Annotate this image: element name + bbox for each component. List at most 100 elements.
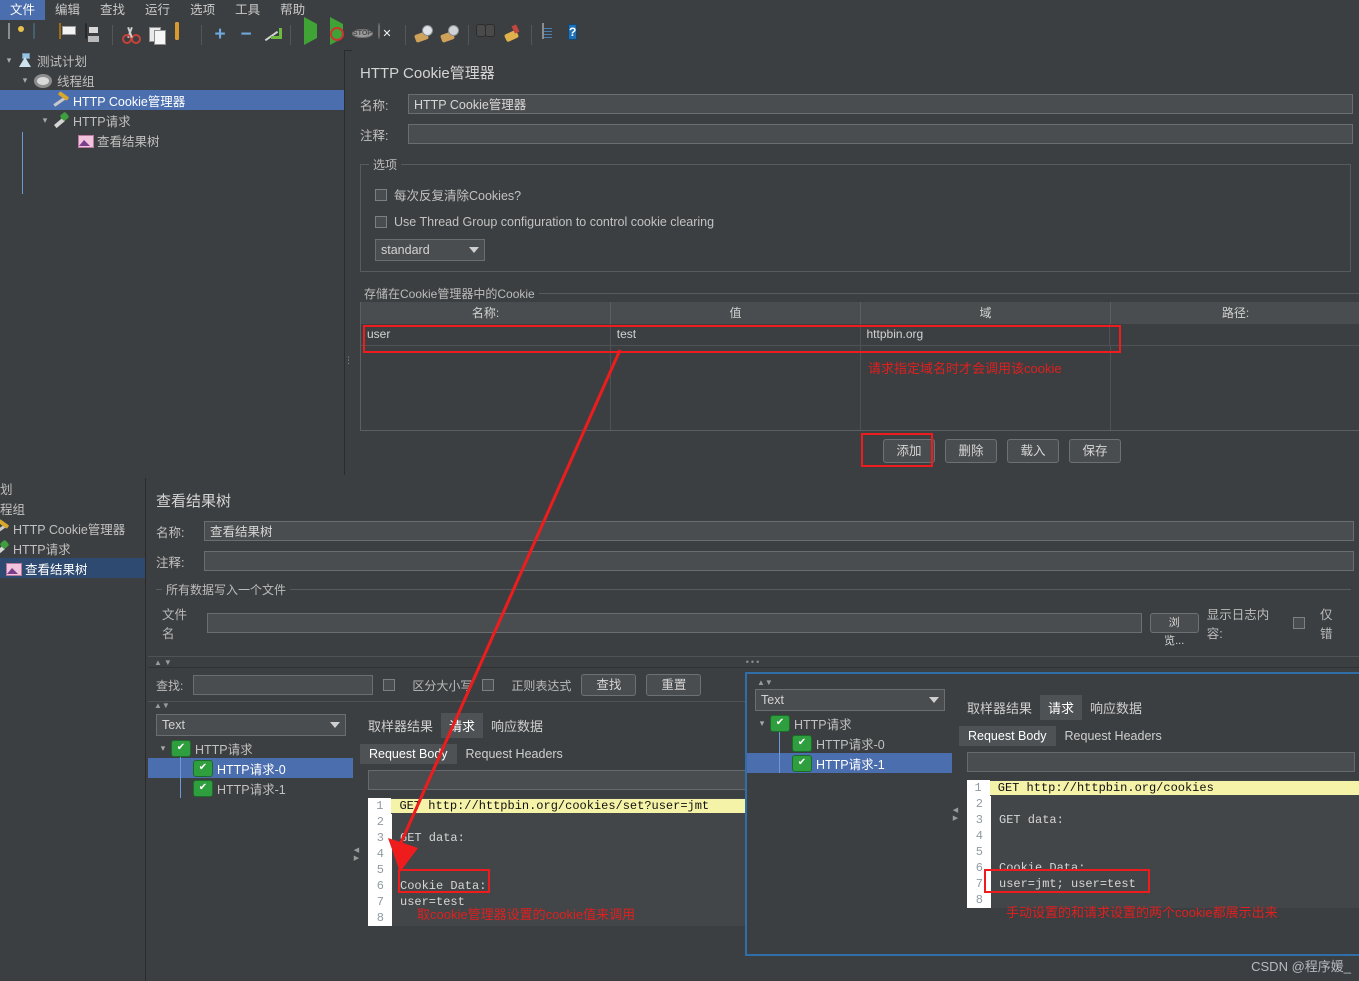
- menu-item-search[interactable]: 查找: [90, 0, 135, 20]
- float-tab-sampler-result[interactable]: 取样器结果: [959, 695, 1040, 720]
- filename-input[interactable]: [207, 613, 1142, 633]
- toggle-icon[interactable]: [261, 24, 283, 46]
- tree-node-http-cookie-manager-2[interactable]: HTTP Cookie管理器: [0, 518, 145, 538]
- templates-icon[interactable]: [31, 23, 53, 46]
- cookie-table[interactable]: 名称: 值 域 路径: user test httpbin.org: [360, 302, 1359, 431]
- float-sampler-tree[interactable]: ▾ HTTP请求 HTTP请求-0 HTTP请求-1: [747, 713, 952, 773]
- tab-request[interactable]: 请求: [441, 713, 484, 738]
- clear-all-icon[interactable]: [439, 24, 461, 46]
- help-icon[interactable]: ?: [565, 24, 587, 46]
- reset-search-button[interactable]: 重置: [646, 674, 702, 696]
- clear-cookies-row[interactable]: 每次反复清除Cookies?: [375, 185, 1342, 204]
- float-request-filter-input[interactable]: [967, 752, 1355, 772]
- sampler-tree[interactable]: ▾ HTTP请求 HTTP请求-0 HTTP请求-1: [148, 738, 353, 798]
- float-split-handle[interactable]: ◀ ▶: [952, 674, 959, 954]
- menu-item-options[interactable]: 选项: [180, 0, 225, 20]
- browse-button[interactable]: 浏览...: [1149, 613, 1199, 647]
- chevron-down-icon[interactable]: ▾: [755, 718, 769, 729]
- save-icon[interactable]: [83, 23, 105, 46]
- float-tab-request[interactable]: 请求: [1040, 695, 1083, 720]
- collapse-arrows-icon[interactable]: ▲▼: [154, 701, 170, 710]
- search-input[interactable]: [193, 675, 374, 695]
- clear-icon[interactable]: [413, 24, 435, 46]
- tree-node-test-plan[interactable]: ▾ 测试计划: [0, 50, 344, 70]
- errors-only-checkbox[interactable]: [1293, 617, 1306, 629]
- save-button[interactable]: 保存: [1069, 439, 1121, 463]
- function-helper-icon[interactable]: [539, 23, 561, 46]
- add-button[interactable]: 添加: [883, 439, 935, 463]
- collapse-arrows-icon[interactable]: ▲▼: [747, 674, 952, 689]
- subtab-request-body[interactable]: Request Body: [360, 744, 457, 764]
- tree-node-http-request[interactable]: ▾ HTTP请求: [0, 110, 344, 130]
- column-header-value[interactable]: 值: [611, 302, 861, 324]
- stop-icon[interactable]: STOP: [350, 24, 373, 46]
- start-no-pauses-icon[interactable]: [324, 17, 346, 46]
- cell-path[interactable]: [1110, 324, 1359, 345]
- float-sampler-node-http-request-1[interactable]: HTTP请求-1: [747, 753, 952, 773]
- start-icon[interactable]: [298, 17, 320, 46]
- thread-group-config-checkbox[interactable]: [375, 216, 387, 228]
- tab-sampler-result[interactable]: 取样器结果: [360, 713, 441, 738]
- cookie-policy-select[interactable]: standard: [375, 239, 485, 261]
- tree-node-test-plan-partial[interactable]: 划: [0, 478, 145, 498]
- sampler-node-http-request-0[interactable]: HTTP请求-0: [148, 758, 353, 778]
- thread-group-config-row[interactable]: Use Thread Group configuration to contro…: [375, 215, 1342, 229]
- float-sampler-node-http-request-0[interactable]: HTTP请求-0: [747, 733, 952, 753]
- column-header-path[interactable]: 路径:: [1111, 302, 1359, 324]
- sampler-node-http-request-1[interactable]: HTTP请求-1: [148, 778, 353, 798]
- search-button[interactable]: 查找: [581, 674, 637, 696]
- menu-item-file[interactable]: 文件: [0, 0, 46, 20]
- table-row[interactable]: user test httpbin.org: [361, 324, 1359, 346]
- cut-icon[interactable]: [120, 24, 142, 46]
- column-header-domain[interactable]: 域: [861, 302, 1111, 324]
- cell-domain[interactable]: httpbin.org: [861, 324, 1111, 345]
- renderer-select[interactable]: Text: [156, 714, 346, 736]
- float-subtab-request-headers[interactable]: Request Headers: [1056, 726, 1171, 746]
- tree-node-http-cookie-manager[interactable]: HTTP Cookie管理器: [0, 90, 344, 110]
- menu-item-edit[interactable]: 编辑: [45, 0, 90, 20]
- cell-name[interactable]: user: [361, 324, 611, 345]
- float-renderer-select[interactable]: Text: [755, 689, 945, 711]
- comment-input[interactable]: [408, 124, 1353, 144]
- results-name-input[interactable]: 查看结果树: [204, 521, 1354, 541]
- clear-cookies-checkbox[interactable]: [375, 188, 387, 201]
- column-header-name[interactable]: 名称:: [361, 302, 611, 324]
- delete-button[interactable]: 删除: [945, 439, 997, 463]
- float-request-body-code[interactable]: 1 GET http://httpbin.org/cookies 2 3 GET d…: [967, 780, 1359, 908]
- tree-node-thread-group[interactable]: ▾ 线程组: [0, 70, 344, 90]
- case-sensitive-checkbox[interactable]: [383, 679, 396, 691]
- menu-item-run[interactable]: 运行: [135, 0, 180, 20]
- chevron-down-icon[interactable]: ▾: [156, 743, 170, 754]
- chevron-down-icon[interactable]: ▾: [18, 75, 32, 86]
- results-comment-input[interactable]: [204, 551, 1354, 571]
- float-sampler-node-http-request[interactable]: ▾ HTTP请求: [747, 713, 952, 733]
- float-tab-response-data[interactable]: 响应数据: [1082, 695, 1150, 720]
- secondary-test-plan-tree[interactable]: 划 程组 HTTP Cookie管理器 HTTP请求 查看结果树: [0, 478, 146, 981]
- copy-icon[interactable]: [146, 24, 168, 46]
- cell-value[interactable]: test: [611, 324, 861, 345]
- paste-icon[interactable]: [172, 22, 194, 46]
- chevron-down-icon[interactable]: ▾: [2, 55, 16, 66]
- shutdown-icon[interactable]: [376, 23, 398, 46]
- open-icon[interactable]: [57, 23, 79, 46]
- regex-checkbox[interactable]: [482, 679, 495, 691]
- sampler-node-http-request[interactable]: ▾ HTTP请求: [148, 738, 353, 758]
- collapse-arrows-icon[interactable]: ▲▼: [154, 658, 174, 667]
- tree-node-thread-group-partial[interactable]: 程组: [0, 498, 145, 518]
- horizontal-split-divider[interactable]: ▲▼ •••: [148, 656, 1359, 668]
- results-split-handle[interactable]: ◀ ▶: [353, 714, 360, 981]
- tree-node-http-request-2[interactable]: HTTP请求: [0, 538, 145, 558]
- name-input[interactable]: HTTP Cookie管理器: [408, 94, 1353, 114]
- tree-node-view-results-tree-2[interactable]: 查看结果树: [0, 558, 145, 578]
- tab-response-data[interactable]: 响应数据: [483, 713, 551, 738]
- new-icon[interactable]: [5, 23, 27, 46]
- load-button[interactable]: 载入: [1007, 439, 1059, 463]
- minus-icon[interactable]: −: [235, 24, 257, 46]
- vertical-split-handle[interactable]: ⋮: [344, 350, 353, 370]
- menu-item-tools[interactable]: 工具: [225, 0, 270, 20]
- search-icon[interactable]: [476, 24, 498, 46]
- subtab-request-headers[interactable]: Request Headers: [457, 744, 572, 764]
- test-plan-tree[interactable]: ▾ 测试计划 ▾ 线程组 HTTP Cookie管理器 ▾ HTTP请求 查看结…: [0, 50, 345, 475]
- float-subtab-request-body[interactable]: Request Body: [959, 726, 1056, 746]
- tree-node-view-results-tree[interactable]: 查看结果树: [0, 130, 344, 150]
